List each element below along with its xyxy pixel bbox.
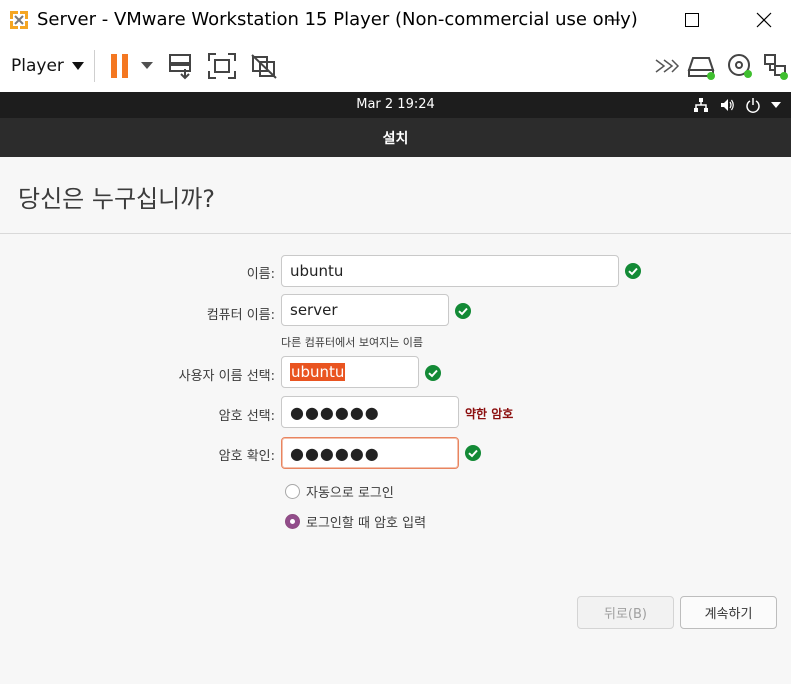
full-screen-button[interactable]: [206, 50, 238, 82]
cd-dvd-button[interactable]: [724, 50, 756, 82]
power-icon: [746, 98, 760, 113]
name-field[interactable]: ubuntu: [281, 255, 619, 287]
confirm-password-masked-value: ●●●●●●: [290, 443, 380, 463]
back-button[interactable]: 뒤로(B): [577, 596, 674, 629]
close-button[interactable]: [738, 0, 790, 40]
more-devices-button[interactable]: [651, 50, 683, 82]
full-screen-icon: [208, 53, 236, 79]
name-label: 이름:: [246, 267, 275, 282]
computer-name-field[interactable]: server: [281, 294, 449, 326]
computer-name-hint: 다른 컴퓨터에서 보여지는 이름: [281, 336, 424, 349]
require-password-option[interactable]: 로그인할 때 암호 입력: [285, 512, 426, 531]
password-field[interactable]: ●●●●●●: [281, 396, 459, 428]
username-valid-check-icon: [425, 365, 441, 381]
require-password-radio[interactable]: [285, 514, 300, 529]
continue-button[interactable]: 계속하기: [680, 596, 777, 629]
confirm-password-valid-check-icon: [465, 445, 481, 461]
hard-disk-icon: [687, 57, 715, 80]
username-field[interactable]: ubuntu: [281, 356, 419, 388]
toolbar-divider: [94, 50, 95, 82]
name-valid-check-icon: [625, 263, 641, 279]
maximize-button[interactable]: [666, 0, 718, 40]
maximize-icon: [685, 13, 699, 27]
confirm-password-field[interactable]: ●●●●●●: [281, 437, 459, 469]
send-ctrl-alt-del-icon: [169, 54, 191, 80]
minimize-button[interactable]: [588, 0, 640, 40]
installer-title: 설치: [382, 130, 409, 147]
chevron-down-icon: [71, 62, 84, 70]
password-label: 암호 선택:: [218, 409, 275, 424]
continue-button-label: 계속하기: [704, 607, 753, 622]
password-masked-value: ●●●●●●: [290, 402, 380, 422]
back-button-label: 뒤로(B): [604, 607, 647, 622]
close-icon: [756, 12, 772, 28]
power-options-dropdown[interactable]: [134, 50, 160, 82]
computer-name-label: 컴퓨터 이름:: [206, 308, 275, 323]
computer-name-valid-check-icon: [455, 303, 471, 319]
header-divider: [0, 233, 791, 234]
computer-name-value: server: [290, 301, 338, 319]
username-label: 사용자 이름 선택:: [178, 369, 275, 384]
username-value-selected: ubuntu: [290, 363, 346, 381]
ubuntu-top-panel: Mar 2 19:24: [0, 92, 791, 118]
vmware-toolbar: Player: [0, 40, 791, 92]
player-menu-label: Player: [11, 56, 64, 76]
chevrons-right-icon: [655, 59, 680, 73]
installer-content: 당신은 누구십니까? 이름: ubuntu 컴퓨터 이름: server 다른 …: [0, 157, 791, 684]
name-field-value: ubuntu: [290, 262, 344, 280]
volume-icon: [721, 99, 734, 111]
pause-icon: [111, 54, 128, 78]
network-icon: [694, 98, 708, 112]
panel-clock[interactable]: Mar 2 19:24: [0, 97, 791, 112]
send-ctrl-alt-del-button[interactable]: [165, 50, 197, 82]
player-menu-button[interactable]: Player: [0, 50, 84, 82]
caret-down-icon: [771, 102, 781, 108]
auto-login-radio[interactable]: [285, 484, 300, 499]
auto-login-label: 자동으로 로그인: [306, 486, 394, 501]
unity-button[interactable]: [248, 50, 280, 82]
system-menu[interactable]: [693, 96, 781, 114]
window-title: Server - VMware Workstation 15 Player (N…: [37, 9, 638, 30]
require-password-label: 로그인할 때 암호 입력: [306, 516, 427, 531]
window-titlebar: Server - VMware Workstation 15 Player (N…: [0, 0, 791, 40]
password-strength-label: 약한 암호: [465, 407, 514, 421]
hard-disk-button[interactable]: [686, 50, 718, 82]
unity-disabled-icon: [251, 54, 277, 79]
cd-dvd-icon: [728, 54, 752, 78]
pause-button[interactable]: [104, 50, 136, 82]
network-adapter-button[interactable]: [760, 50, 791, 82]
auto-login-option[interactable]: 자동으로 로그인: [285, 482, 394, 501]
confirm-password-label: 암호 확인:: [218, 449, 275, 464]
page-title: 당신은 누구십니까?: [18, 185, 216, 213]
minimize-icon: [608, 19, 620, 21]
installer-header: 설치: [0, 118, 791, 157]
network-adapter-icon: [764, 54, 788, 80]
vmware-logo-icon: [8, 9, 30, 31]
dropdown-caret-icon: [141, 62, 153, 69]
